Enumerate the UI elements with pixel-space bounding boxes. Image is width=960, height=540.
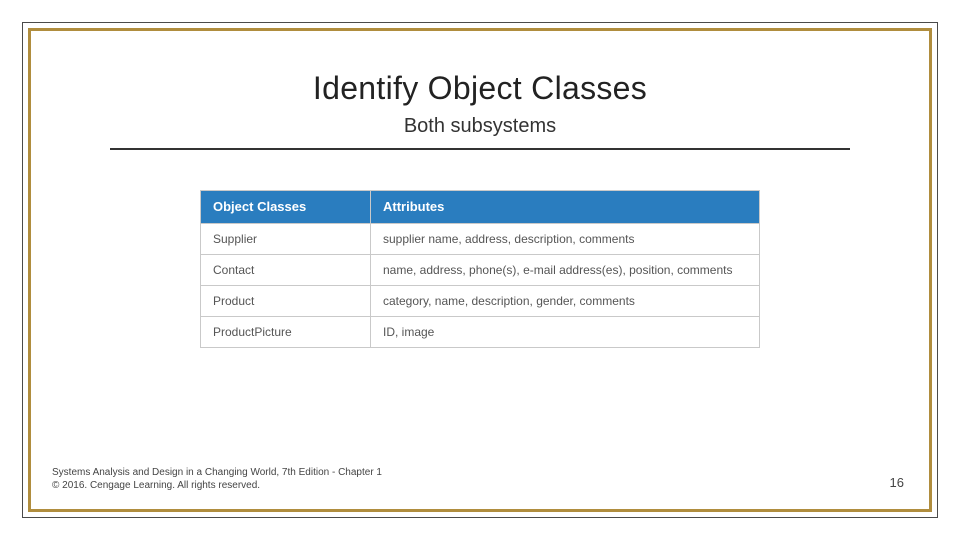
footer-line1: Systems Analysis and Design in a Changin… [52, 466, 382, 479]
object-classes-table: Object Classes Attributes Supplier suppl… [200, 190, 760, 348]
header-object-classes: Object Classes [201, 191, 371, 224]
title-divider [110, 148, 849, 150]
cell-attributes: category, name, description, gender, com… [371, 286, 760, 317]
table-header-row: Object Classes Attributes [201, 191, 760, 224]
table-row: Supplier supplier name, address, descrip… [201, 224, 760, 255]
cell-attributes: ID, image [371, 317, 760, 348]
cell-object-class: ProductPicture [201, 317, 371, 348]
table-row: Contact name, address, phone(s), e-mail … [201, 255, 760, 286]
table-row: Product category, name, description, gen… [201, 286, 760, 317]
cell-object-class: Product [201, 286, 371, 317]
header-attributes: Attributes [371, 191, 760, 224]
cell-object-class: Contact [201, 255, 371, 286]
slide-subtitle: Both subsystems [40, 115, 920, 138]
slide-title: Identify Object Classes [40, 70, 920, 107]
slide: Identify Object Classes Both subsystems … [0, 0, 960, 540]
content-area: Identify Object Classes Both subsystems … [40, 40, 920, 500]
cell-attributes: name, address, phone(s), e-mail address(… [371, 255, 760, 286]
page-number: 16 [890, 475, 904, 490]
footer-text: Systems Analysis and Design in a Changin… [52, 466, 382, 492]
cell-attributes: supplier name, address, description, com… [371, 224, 760, 255]
table-row: ProductPicture ID, image [201, 317, 760, 348]
cell-object-class: Supplier [201, 224, 371, 255]
footer-line2: © 2016. Cengage Learning. All rights res… [52, 479, 382, 492]
